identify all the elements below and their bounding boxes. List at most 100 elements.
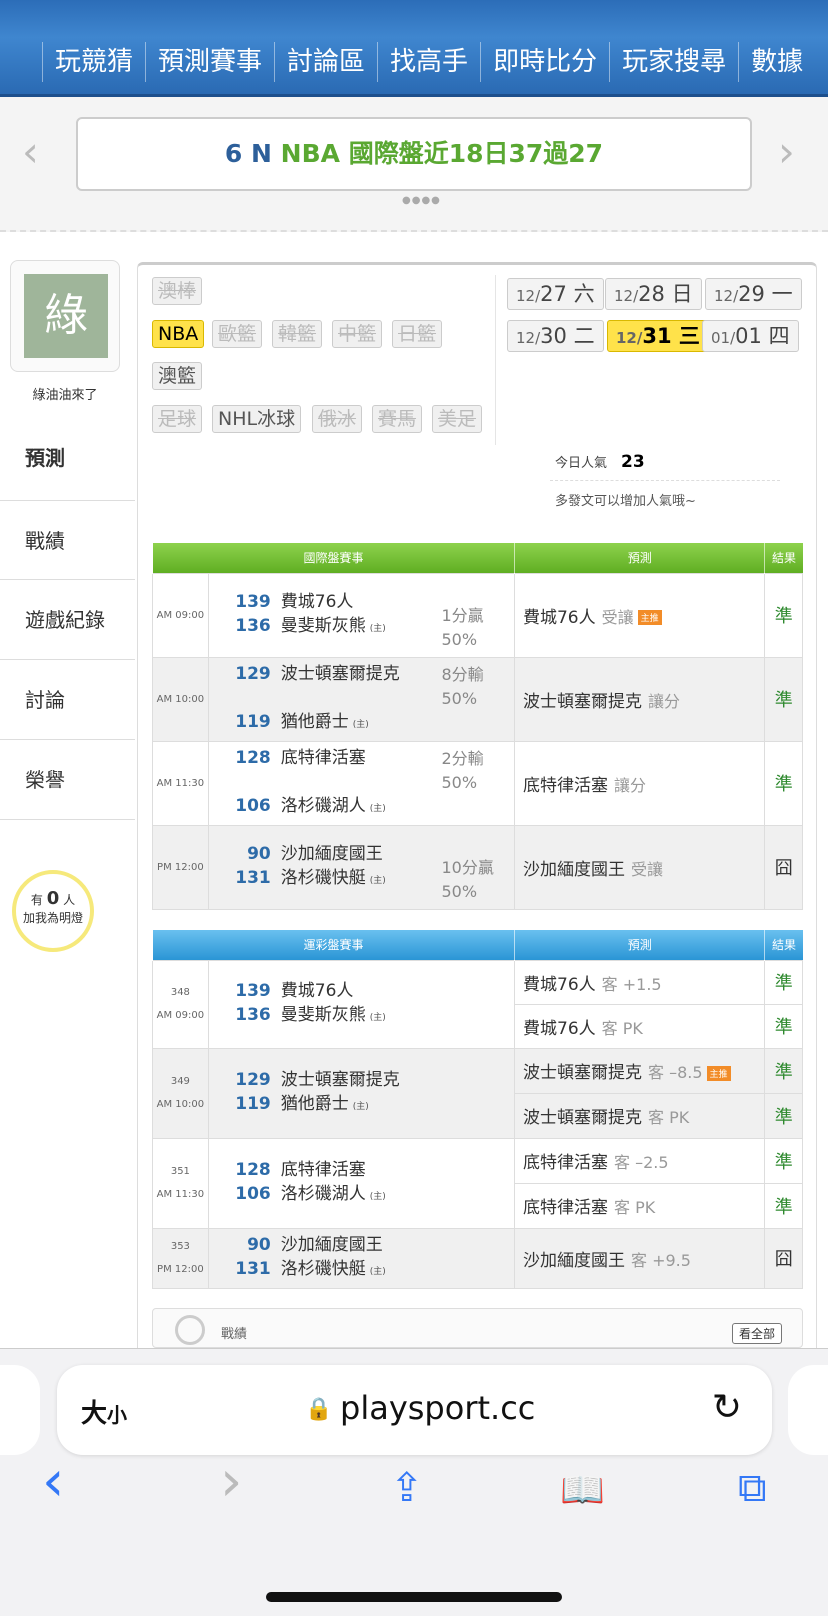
result: 準 (764, 740, 803, 826)
tabs-icon[interactable]: ⧉ (738, 1465, 767, 1511)
team-name[interactable]: 沙加緬度國王 (281, 844, 383, 864)
date-md: 12/ (616, 329, 643, 347)
avatar[interactable]: 綠 (24, 274, 108, 358)
spread-line: 2分輸 (441, 749, 484, 768)
lottery-table: 運彩盤賽事 預測 結果 348 AM 09:00 139 費城76人 136 曼斐斯灰… (152, 930, 803, 1289)
sport-tab-russia-hockey: 俄冰 (312, 405, 363, 433)
table-row: 351 AM 11:30 128 底特律活塞 106 洛杉磯湖人 (主) 底特律活塞客 … (152, 1137, 803, 1229)
sidebar-item-predict[interactable]: 預測 (0, 418, 135, 498)
game-time: AM 10:00 (156, 1099, 205, 1110)
sport-tab-korea-basketball: 韓籃 (272, 320, 323, 348)
date-0101[interactable]: 01/01 四 (702, 320, 799, 352)
date-1230[interactable]: 12/30 二 (507, 320, 604, 352)
date-1231[interactable]: 12/31 三 (607, 320, 709, 352)
team-away: 90 沙加緬度國王 (209, 842, 442, 866)
bookmarks-icon[interactable]: 📖 (560, 1469, 605, 1511)
target-icon (175, 1315, 205, 1345)
game-info: 353 PM 12:00 (152, 1227, 209, 1289)
home-marker: (主) (369, 623, 386, 634)
date-md: 12/ (614, 287, 639, 305)
forward-icon[interactable]: › (220, 1449, 242, 1514)
prediction: 底特律活塞客 –2.5 (513, 1137, 766, 1184)
nav-predict[interactable]: 預測賽事 (145, 42, 274, 82)
team-name[interactable]: 洛杉磯湖人 (281, 1184, 366, 1204)
team-name[interactable]: 費城76人 (281, 592, 354, 612)
team-name[interactable]: 費城76人 (281, 981, 354, 1001)
chevron-right-icon[interactable]: › (778, 127, 795, 176)
sport-tab-nba[interactable]: NBA (152, 320, 205, 348)
team-away: 90 沙加緬度國王 (209, 1233, 514, 1257)
sidebar-item-game-log[interactable]: 遊戲紀錄 (0, 580, 135, 660)
sport-tab-nhl[interactable]: NHL冰球 (212, 405, 302, 433)
team-name[interactable]: 底特律活塞 (281, 1160, 366, 1180)
date-md: 12/ (516, 329, 541, 347)
team-name[interactable]: 波士頓塞爾提克 (281, 664, 400, 684)
sidebar-item-honor[interactable]: 榮譽 (0, 740, 135, 820)
address-bar[interactable]: 大小 🔒 playsport.cc ↻ (57, 1365, 772, 1455)
home-marker: (主) (369, 875, 386, 886)
date-day: 01 (735, 324, 762, 348)
nav-forum[interactable]: 討論區 (274, 42, 377, 82)
score: 106 (235, 795, 271, 816)
table-header: 國際盤賽事 預測 結果 (152, 543, 803, 573)
team-name[interactable]: 底特律活塞 (281, 748, 366, 768)
match-teams: 139 費城76人 136 曼斐斯灰熊 (主) (207, 959, 516, 1049)
date-weekday: 二 (573, 324, 595, 348)
banner-slide[interactable]: 6 N NBA 國際盤近18日37過27 (76, 117, 752, 191)
divider (550, 480, 780, 481)
team-name[interactable]: 猶他爵士 (281, 712, 349, 732)
carousel-dots[interactable]: ●●●● (402, 195, 441, 206)
team-name[interactable]: 洛杉磯湖人 (281, 796, 366, 816)
team-name[interactable]: 洛杉磯快艇 (281, 868, 366, 888)
team-name[interactable]: 曼斐斯灰熊 (281, 1005, 366, 1025)
team-name[interactable]: 洛杉磯快艇 (281, 1259, 366, 1279)
nav-live-score[interactable]: 即時比分 (480, 42, 609, 82)
nav-player-search[interactable]: 玩家搜尋 (609, 42, 738, 82)
share-icon[interactable]: ⇪ (390, 1465, 424, 1511)
back-icon[interactable]: ‹ (42, 1449, 64, 1514)
result: 準 (764, 572, 803, 658)
col-header-prediction: 預測 (513, 543, 765, 573)
chevron-left-icon[interactable]: ‹ (22, 127, 39, 176)
next-tab-edge[interactable] (788, 1365, 828, 1455)
view-all-button[interactable]: 看全部 (731, 1323, 782, 1344)
date-md: 12/ (516, 287, 541, 305)
prediction: 波士頓塞爾提克客 –8.5 主推 (513, 1047, 766, 1094)
prev-tab-edge[interactable] (0, 1365, 40, 1455)
spread: 10分贏 50% (441, 824, 515, 910)
pred-line: 客 PK (648, 1108, 690, 1127)
pred-team: 波士頓塞爾提克 (523, 1063, 642, 1083)
sidebar-item-discussion[interactable]: 討論 (0, 660, 135, 740)
score: 131 (235, 1258, 271, 1279)
record-label: 戰績 (221, 1327, 248, 1342)
reload-icon[interactable]: ↻ (712, 1387, 742, 1428)
result: 準 (764, 1182, 803, 1229)
lock-icon: 🔒 (305, 1397, 333, 1422)
home-marker: (主) (352, 719, 369, 730)
team-name[interactable]: 猶他爵士 (281, 1094, 349, 1114)
text-size-button[interactable]: 大小 (81, 1393, 127, 1430)
date-1227[interactable]: 12/27 六 (507, 278, 604, 310)
team-name[interactable]: 波士頓塞爾提克 (281, 1070, 400, 1090)
team-home: 131 洛杉磯快艇 (主) (209, 1257, 514, 1284)
pred-team: 費城76人 (523, 1018, 596, 1039)
date-1228[interactable]: 12/28 日 (605, 278, 702, 310)
nav-play-guess[interactable]: 玩競猜 (42, 42, 145, 82)
sport-tab-aus-basketball[interactable]: 澳籃 (152, 362, 203, 390)
team-away: 128 底特律活塞 (209, 1158, 514, 1182)
col-header-result: 結果 (764, 543, 803, 573)
team-name[interactable]: 沙加緬度國王 (281, 1235, 383, 1255)
sport-tab-japan-basketball: 日籃 (392, 320, 443, 348)
divider (495, 275, 496, 445)
team-name[interactable]: 曼斐斯灰熊 (281, 616, 366, 636)
date-day: 29 (738, 282, 765, 306)
match-teams: 128 底特律活塞 106 洛杉磯湖人 (主) (207, 740, 442, 826)
date-day: 30 (540, 324, 567, 348)
date-1229[interactable]: 12/29 一 (705, 278, 802, 310)
sidebar-item-record[interactable]: 戰績 (0, 500, 135, 580)
lightbulb-follow[interactable]: 有 0 人 加我為明燈 (12, 870, 94, 952)
user-name[interactable]: 綠油油來了 (0, 384, 130, 403)
nav-data[interactable]: 數據 (738, 42, 815, 82)
nav-find-expert[interactable]: 找高手 (377, 42, 480, 82)
game-time: AM 09:00 (152, 572, 209, 658)
